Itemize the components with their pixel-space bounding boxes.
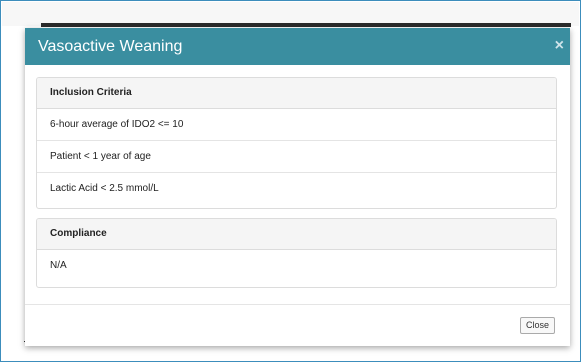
close-button[interactable]: Close [520,317,555,334]
criteria-text: Patient < 1 year of age [50,151,151,162]
close-icon[interactable]: × [555,36,564,56]
list-item: Lactic Acid < 2.5 mmol/L [37,173,556,204]
list-item: 6-hour average of IDO2 <= 10 [37,109,556,141]
compliance-heading: Compliance [50,228,107,239]
compliance-panel: Compliance N/A [36,218,557,288]
list-item: N/A [37,250,556,281]
criteria-text: Lactic Acid < 2.5 mmol/L [50,183,159,194]
panel-heading: Compliance [37,219,556,250]
window-frame: Vasoactive Weaning × Inclusion Criteria … [0,0,581,362]
compliance-value: N/A [50,260,67,271]
vasoactive-weaning-modal: Vasoactive Weaning × Inclusion Criteria … [25,28,570,346]
footer-divider [25,304,570,305]
inclusion-criteria-panel: Inclusion Criteria 6-hour average of IDO… [36,77,557,209]
list-item: Patient < 1 year of age [37,141,556,173]
criteria-text: 6-hour average of IDO2 <= 10 [50,119,184,130]
modal-header: Vasoactive Weaning × [25,28,570,65]
backdrop-dark-bar [41,23,571,27]
inclusion-criteria-heading: Inclusion Criteria [50,87,132,98]
modal-title: Vasoactive Weaning [38,38,183,55]
backdrop-left-gutter [2,27,26,361]
panel-heading: Inclusion Criteria [37,78,556,109]
